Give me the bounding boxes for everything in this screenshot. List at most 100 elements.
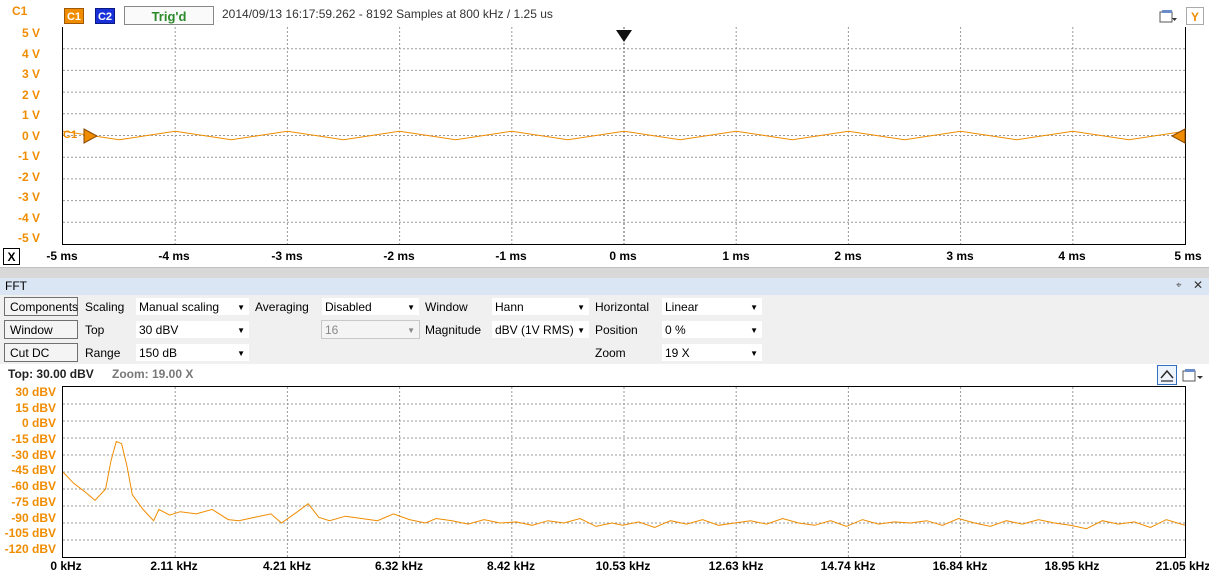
fft-x-label: 2.11 kHz (150, 559, 198, 573)
scope-x-label: 3 ms (946, 249, 974, 263)
close-panel-icon[interactable]: ✕ (1193, 278, 1203, 292)
scope-x-label: -4 ms (158, 249, 190, 263)
fft-x-label: 4.21 kHz (262, 559, 312, 573)
chevron-down-icon: ▼ (750, 349, 758, 358)
chevron-down-icon: ▼ (750, 326, 758, 335)
fit-icon[interactable] (1157, 365, 1177, 385)
fft-x-label: 18.95 kHz (1044, 559, 1100, 573)
fft-y-label: -75 dBV (11, 495, 56, 509)
y-axis-button[interactable]: Y (1186, 7, 1204, 25)
scope-x-label: 0 ms (609, 249, 637, 263)
zoom-value: 19 X (665, 346, 690, 360)
fft-plot-area[interactable] (62, 386, 1186, 558)
averaging-value: Disabled (325, 300, 372, 314)
fft-x-label: 21.05 kHz (1155, 559, 1209, 573)
scope-x-label: -5 ms (46, 249, 78, 263)
trace-left-marker-icon[interactable] (82, 128, 99, 147)
chevron-down-icon: ▼ (577, 326, 585, 335)
magnitude-value: dBV (1V RMS) (495, 323, 574, 337)
range-select[interactable]: 150 dB ▼ (135, 343, 250, 362)
fft-controls: Components Window Cut DC Scaling Manual … (0, 295, 1209, 364)
fft-y-label: 15 dBV (15, 401, 56, 415)
scope-chart (63, 27, 1185, 244)
averaging-count-select: 16 ▼ (321, 320, 420, 339)
trigger-marker-icon[interactable] (615, 29, 633, 46)
scope-plot-area[interactable] (62, 27, 1186, 245)
scope-y-label: 3 V (21, 67, 40, 81)
scaling-label: Scaling (85, 300, 125, 314)
position-value: 0 % (665, 323, 686, 337)
horizontal-select[interactable]: Linear ▼ (661, 297, 763, 316)
horizontal-label: Horizontal (595, 300, 650, 314)
fft-x-label: 10.53 kHz (595, 559, 651, 573)
fft-y-label: -90 dBV (11, 511, 56, 525)
magnitude-label: Magnitude (425, 323, 482, 337)
scope-x-label: 5 ms (1174, 249, 1202, 263)
channel-label: C1 (12, 4, 28, 18)
chevron-down-icon: ▼ (237, 349, 245, 358)
chevron-down-icon: ▼ (237, 303, 245, 312)
scope-y-label: 0 V (21, 129, 40, 143)
fft-y-label: -30 dBV (11, 448, 56, 462)
chevron-down-icon: ▼ (407, 303, 415, 312)
channel-c2-button[interactable]: C2 (95, 8, 115, 24)
scope-y-label: 5 V (21, 26, 40, 40)
scope-y-label: -1 V (17, 149, 40, 163)
cut-dc-button[interactable]: Cut DC (4, 343, 78, 362)
chevron-down-icon: ▼ (237, 326, 245, 335)
top-select[interactable]: 30 dBV ▼ (135, 320, 250, 339)
averaging-select[interactable]: Disabled ▼ (321, 297, 420, 316)
scope-y-label: -5 V (17, 231, 40, 245)
scaling-select[interactable]: Manual scaling ▼ (135, 297, 250, 316)
scope-x-label: -1 ms (495, 249, 527, 263)
fft-y-label: -45 dBV (11, 463, 56, 477)
fft-export-icon[interactable] (1181, 366, 1205, 384)
export-icon[interactable] (1158, 8, 1178, 24)
trace-right-marker-icon[interactable] (1170, 128, 1186, 147)
scaling-value: Manual scaling (139, 300, 220, 314)
fft-x-label: 8.42 kHz (486, 559, 536, 573)
fft-panel-header: FFT ⌖ ✕ (0, 278, 1209, 296)
range-value: 150 dB (139, 346, 178, 360)
scope-y-label: 2 V (21, 88, 40, 102)
fft-y-label: -60 dBV (11, 479, 56, 493)
window-label: Window (425, 300, 468, 314)
scope-x-label: 2 ms (834, 249, 862, 263)
chevron-down-icon: ▼ (577, 303, 585, 312)
window-value: Hann (495, 300, 524, 314)
zoom-select[interactable]: 19 X ▼ (661, 343, 763, 362)
fft-panel-title: FFT (5, 279, 27, 293)
close-button[interactable]: X (3, 248, 20, 265)
components-button[interactable]: Components (4, 297, 78, 316)
fft-x-label: 6.32 kHz (374, 559, 424, 573)
fft-x-label: 16.84 kHz (932, 559, 988, 573)
horizontal-value: Linear (665, 300, 699, 314)
window-button[interactable]: Window (4, 320, 78, 339)
fft-y-label: 30 dBV (15, 385, 56, 399)
averaging-count-value: 16 (325, 323, 339, 337)
window-select[interactable]: Hann ▼ (491, 297, 590, 316)
magnitude-select[interactable]: dBV (1V RMS) ▼ (491, 320, 590, 339)
scope-y-label: -4 V (17, 211, 40, 225)
fft-status-zoom: Zoom: 19.00 X (112, 367, 194, 381)
scope-y-label: 1 V (21, 108, 40, 122)
position-label: Position (595, 323, 638, 337)
fft-y-label: -120 dBV (4, 542, 56, 556)
scope-y-label: -2 V (17, 170, 40, 184)
fft-status-top: Top: 30.00 dBV (8, 367, 94, 381)
scope-x-label: 1 ms (722, 249, 750, 263)
scope-y-label: 4 V (21, 47, 40, 61)
chevron-down-icon: ▼ (407, 326, 415, 335)
scope-x-label: -3 ms (271, 249, 303, 263)
position-select[interactable]: 0 % ▼ (661, 320, 763, 339)
fft-y-label: -15 dBV (11, 432, 56, 446)
fft-y-label: -105 dBV (4, 526, 56, 540)
scope-x-label: 4 ms (1058, 249, 1086, 263)
top-label: Top (85, 323, 105, 337)
fft-x-label: 0 kHz (50, 559, 82, 573)
channel-c1-button[interactable]: C1 (64, 8, 84, 24)
pin-icon[interactable]: ⌖ (1176, 280, 1182, 291)
chevron-down-icon: ▼ (750, 303, 758, 312)
acquisition-info: 2014/09/13 16:17:59.262 - 8192 Samples a… (222, 7, 553, 21)
fft-x-label: 14.74 kHz (820, 559, 876, 573)
